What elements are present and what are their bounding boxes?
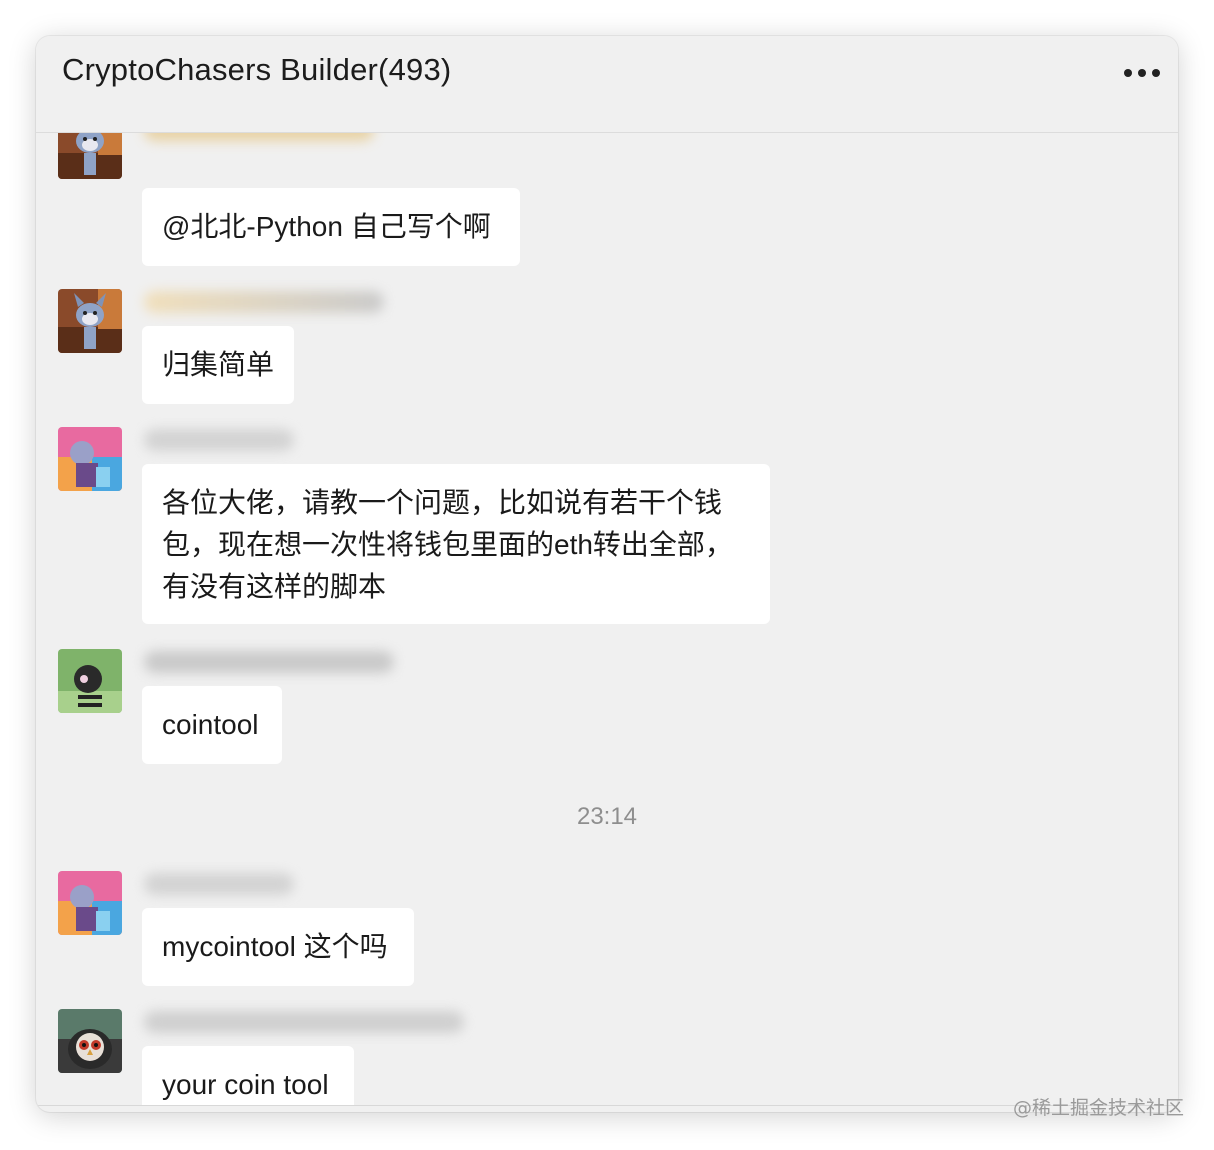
input-divider (36, 1105, 1178, 1106)
chat-title: CryptoChasers Builder(493) (62, 52, 452, 87)
cartoon-avatar-icon (58, 649, 122, 713)
sender-avatar[interactable] (58, 133, 122, 179)
sender-name-blurred (144, 1011, 464, 1033)
owl-avatar-icon (58, 1009, 122, 1073)
sender-avatar[interactable] (58, 427, 122, 491)
message-bubble[interactable]: your coin tool (142, 1046, 354, 1105)
chat-window: CryptoChasers Builder(493) @北北-Python 自己… (36, 36, 1178, 1112)
sender-name-blurred (144, 651, 394, 673)
sender-name-blurred (144, 291, 384, 313)
tom-cat-avatar-icon (58, 133, 122, 179)
message-bubble[interactable]: 归集简单 (142, 326, 294, 404)
message-bubble[interactable]: @北北-Python 自己写个啊 (142, 188, 520, 266)
watermark: @稀土掘金技术社区 (1012, 1097, 1184, 1119)
tom-cat-avatar-icon (58, 289, 122, 353)
sender-name-blurred (144, 873, 294, 895)
sender-name-blurred (144, 133, 374, 141)
sender-name-blurred (144, 429, 294, 451)
anime-avatar-icon (58, 427, 122, 491)
sender-avatar[interactable] (58, 1009, 122, 1073)
message-timestamp: 23:14 (576, 803, 638, 830)
message-list[interactable]: @北北-Python 自己写个啊 归集简单 各位大佬，请教一个问题，比如说有若干… (36, 133, 1178, 1105)
message-bubble[interactable]: 各位大佬，请教一个问题，比如说有若干个钱包，现在想一次性将钱包里面的eth转出全… (142, 464, 770, 624)
chat-header: CryptoChasers Builder(493) (36, 36, 1178, 133)
message-bubble[interactable]: cointool (142, 686, 282, 764)
message-bubble[interactable]: mycointool 这个吗 (142, 908, 414, 986)
sender-avatar[interactable] (58, 871, 122, 935)
sender-avatar[interactable] (58, 289, 122, 353)
sender-avatar[interactable] (58, 649, 122, 713)
more-options-icon[interactable] (1124, 66, 1166, 80)
anime-avatar-icon (58, 871, 122, 935)
